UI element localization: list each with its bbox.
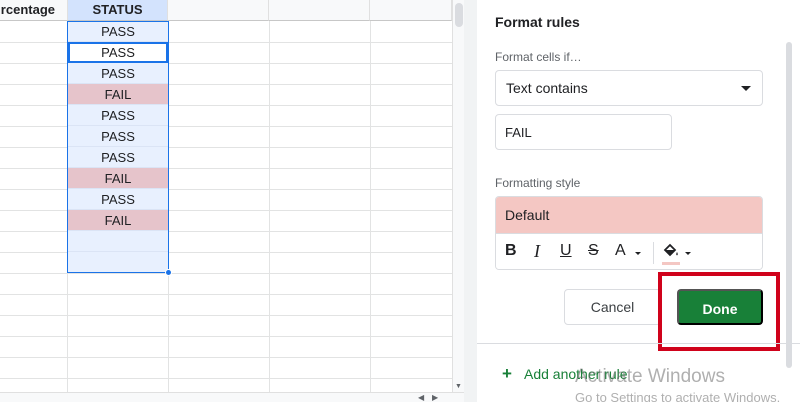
grid-line xyxy=(0,336,452,337)
grid-line xyxy=(0,357,452,358)
bold-icon[interactable]: B xyxy=(505,242,517,264)
grid-line xyxy=(0,315,452,316)
status-cell[interactable]: PASS xyxy=(68,126,168,147)
fill-color-caret-icon[interactable] xyxy=(685,252,691,255)
conditional-format-panel: Format rules Format cells if… Text conta… xyxy=(477,0,800,402)
column-header-empty[interactable] xyxy=(269,0,370,21)
grid-line xyxy=(0,378,452,379)
status-cell[interactable]: PASS xyxy=(68,21,168,42)
add-another-rule-button[interactable]: + Add another rule xyxy=(502,364,628,384)
app-root: rcentage STATUS PASS PASS PASS FAIL PASS… xyxy=(0,0,800,402)
panel-scrollbar[interactable] xyxy=(786,42,792,368)
panel-gutter xyxy=(464,0,477,402)
status-cell-active[interactable]: PASS xyxy=(68,42,168,63)
scrollbar-thumb[interactable] xyxy=(455,3,463,27)
italic-icon[interactable]: I xyxy=(534,242,540,264)
dropdown-caret-icon xyxy=(741,86,751,91)
grid-line xyxy=(0,273,452,274)
add-rule-label: Add another rule xyxy=(524,366,628,382)
text-color-icon[interactable]: A xyxy=(615,242,626,264)
plus-icon: + xyxy=(502,364,512,383)
formatting-style-label: Formatting style xyxy=(495,176,581,190)
status-cell[interactable]: PASS xyxy=(68,63,168,84)
fill-color-icon[interactable] xyxy=(662,242,684,264)
condition-dropdown[interactable]: Text contains xyxy=(495,70,763,106)
strikethrough-icon[interactable]: S xyxy=(588,242,599,264)
status-cell[interactable] xyxy=(68,231,168,252)
column-header-empty[interactable] xyxy=(370,0,452,21)
status-cell[interactable]: FAIL xyxy=(68,168,168,189)
style-preset-dropdown[interactable]: Default xyxy=(496,197,762,233)
scroll-down-icon[interactable]: ▼ xyxy=(455,383,462,390)
done-button[interactable]: Done xyxy=(677,289,763,325)
column-header-percentage[interactable]: rcentage xyxy=(0,0,68,21)
scroll-left-icon[interactable]: ◀ xyxy=(418,393,424,402)
spreadsheet-grid[interactable]: rcentage STATUS PASS PASS PASS FAIL PASS… xyxy=(0,0,452,392)
column-header-status[interactable]: STATUS xyxy=(68,0,168,21)
underline-icon[interactable]: U xyxy=(560,242,572,264)
fill-handle[interactable] xyxy=(165,269,172,276)
paint-bucket-icon xyxy=(663,243,678,257)
status-cell[interactable]: PASS xyxy=(68,105,168,126)
status-cell[interactable]: FAIL xyxy=(68,84,168,105)
panel-divider xyxy=(477,343,800,344)
cancel-button[interactable]: Cancel xyxy=(564,289,661,325)
panel-title: Format rules xyxy=(495,14,580,30)
scroll-right-icon[interactable]: ▶ xyxy=(432,393,438,402)
status-cell[interactable] xyxy=(68,252,168,273)
fill-color-swatch xyxy=(662,262,680,265)
grid-line xyxy=(0,294,452,295)
sheet-horizontal-scrollbar[interactable]: ◀ ▶ xyxy=(0,392,464,402)
status-cell[interactable]: PASS xyxy=(68,147,168,168)
condition-value-input[interactable]: FAIL xyxy=(495,114,672,150)
formatting-style-box: Default B I U S A xyxy=(495,196,763,270)
sheet-vertical-scrollbar[interactable]: ▼ xyxy=(452,0,464,392)
style-preset-label: Default xyxy=(505,207,550,223)
status-cell[interactable]: FAIL xyxy=(68,210,168,231)
status-cell[interactable]: PASS xyxy=(68,189,168,210)
format-cells-if-label: Format cells if… xyxy=(495,50,582,64)
column-header-empty[interactable] xyxy=(168,0,269,21)
style-toolbar: B I U S A xyxy=(496,233,762,269)
condition-dropdown-value: Text contains xyxy=(506,80,588,96)
text-color-caret-icon[interactable] xyxy=(635,252,641,255)
condition-value-text: FAIL xyxy=(505,125,532,140)
toolbar-divider xyxy=(653,242,654,264)
